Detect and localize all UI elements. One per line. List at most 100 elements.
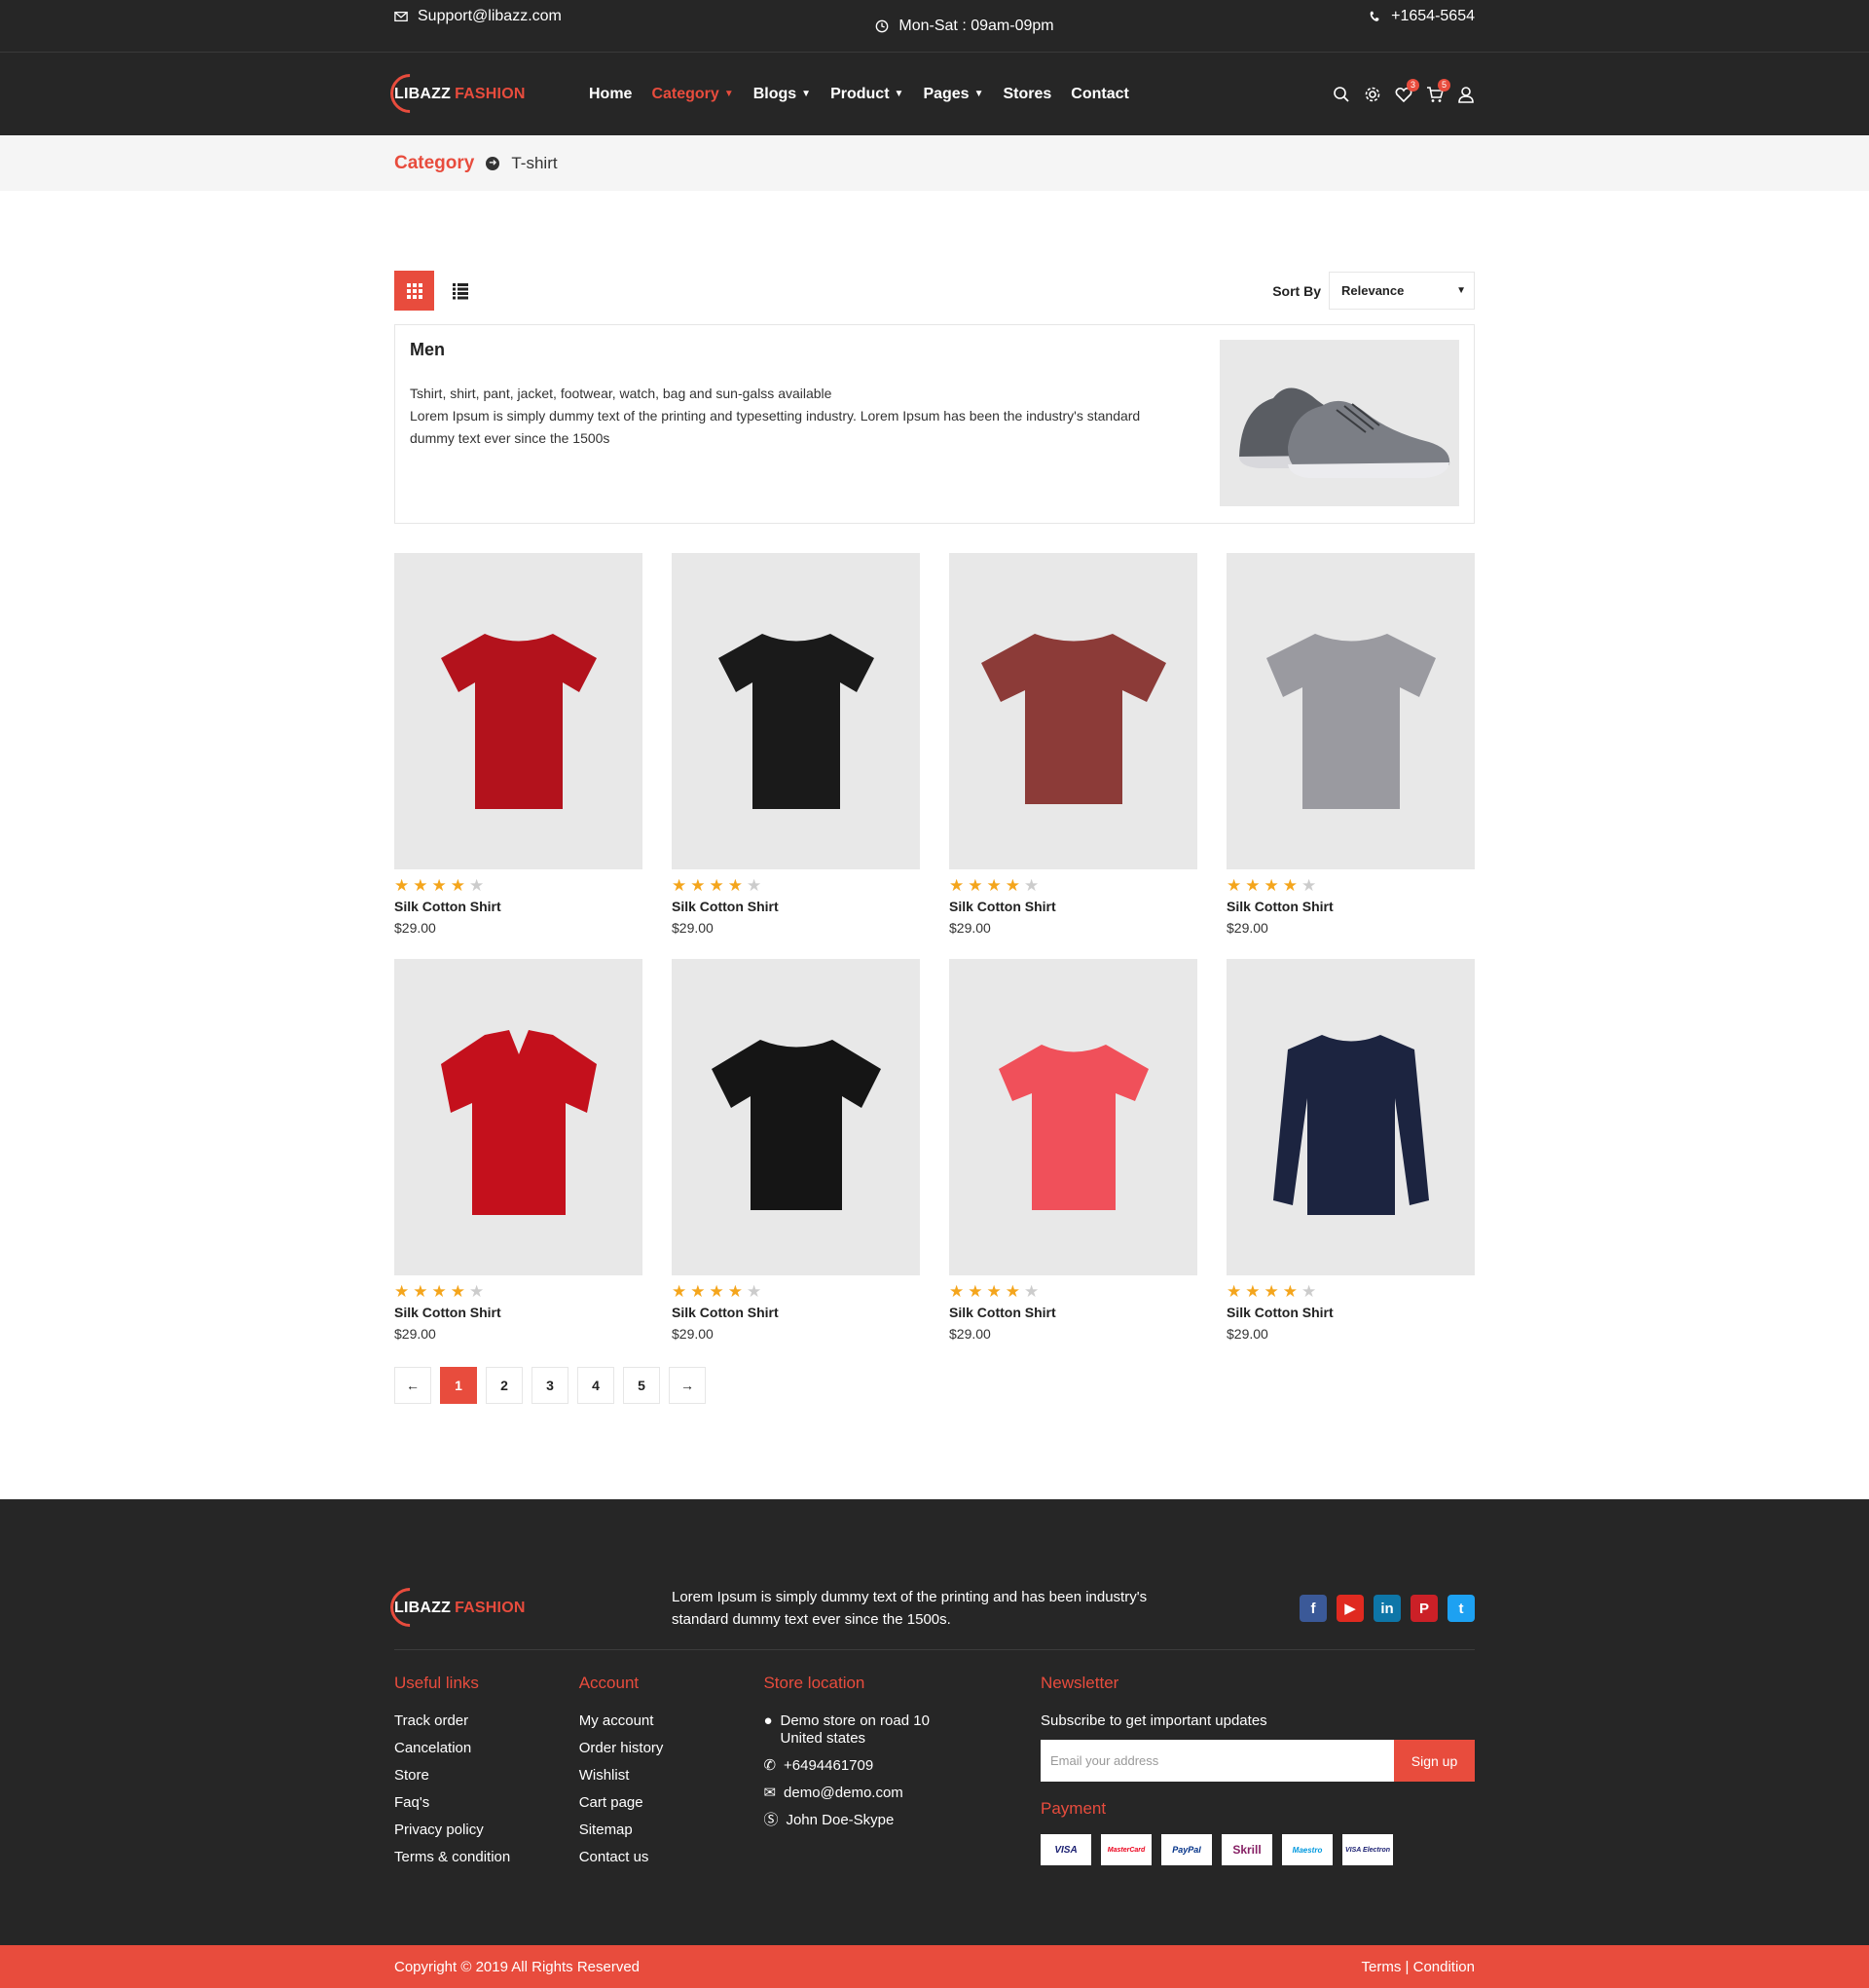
product-image[interactable] bbox=[949, 959, 1197, 1275]
footer-link[interactable]: Sitemap bbox=[579, 1822, 764, 1839]
star-filled-icon: ★ bbox=[1005, 876, 1020, 895]
pagination-page[interactable]: 1 bbox=[440, 1367, 477, 1404]
product-image[interactable] bbox=[672, 959, 920, 1275]
support-phone[interactable]: +1654-5654 bbox=[1368, 0, 1475, 25]
footer-link[interactable]: Order history bbox=[579, 1740, 764, 1757]
brand-name-part2: FASHION bbox=[455, 85, 526, 102]
nav-item-pages[interactable]: Pages ▼ bbox=[923, 86, 983, 103]
star-filled-icon: ★ bbox=[450, 1282, 465, 1301]
product-card[interactable]: ★ ★ ★ ★ ★ Silk Cotton Shirt $29.00 bbox=[672, 553, 920, 936]
product-image[interactable] bbox=[672, 553, 920, 869]
nav-item-category[interactable]: Category ▼ bbox=[651, 86, 733, 103]
pagination-page[interactable]: 5 bbox=[623, 1367, 660, 1404]
linkedin-icon[interactable]: in bbox=[1374, 1595, 1401, 1622]
brand-logo[interactable]: LIBAZZ FASHION bbox=[382, 65, 589, 121]
product-name[interactable]: Silk Cotton Shirt bbox=[1227, 899, 1475, 914]
brand-name-part2: FASHION bbox=[455, 1600, 526, 1616]
copyright-text: Copyright © 2019 All Rights Reserved bbox=[394, 1958, 641, 1975]
pagination-page[interactable]: 4 bbox=[577, 1367, 614, 1404]
product-card[interactable]: ★ ★ ★ ★ ★ Silk Cotton Shirt $29.00 bbox=[949, 553, 1197, 936]
product-image[interactable] bbox=[394, 553, 642, 869]
breadcrumb-parent[interactable]: Category bbox=[394, 153, 474, 174]
map-pin-icon: ● bbox=[763, 1712, 773, 1729]
nav-item-home[interactable]: Home bbox=[589, 86, 632, 103]
nav-item-product[interactable]: Product ▼ bbox=[830, 86, 903, 103]
pagination-page[interactable]: 3 bbox=[531, 1367, 568, 1404]
product-name[interactable]: Silk Cotton Shirt bbox=[394, 1305, 642, 1320]
product-name[interactable]: Silk Cotton Shirt bbox=[672, 899, 920, 914]
terms-condition-link[interactable]: Terms | Condition bbox=[1362, 1959, 1475, 1975]
product-image[interactable] bbox=[949, 553, 1197, 869]
star-filled-icon: ★ bbox=[949, 876, 965, 895]
main-navbar: LIBAZZ FASHION Home Category ▼ Blogs ▼ Pro… bbox=[0, 53, 1869, 135]
facebook-icon[interactable]: f bbox=[1300, 1595, 1327, 1622]
footer-link[interactable]: Cancelation bbox=[394, 1740, 579, 1757]
nav-item-contact[interactable]: Contact bbox=[1071, 86, 1129, 103]
footer-link[interactable]: Store bbox=[394, 1767, 579, 1785]
signup-button[interactable]: Sign up bbox=[1394, 1740, 1476, 1782]
youtube-icon[interactable]: ▶ bbox=[1337, 1595, 1364, 1622]
product-name[interactable]: Silk Cotton Shirt bbox=[672, 1305, 920, 1320]
cart-count-badge: 5 bbox=[1438, 78, 1450, 92]
pagination-prev[interactable]: ← bbox=[394, 1367, 431, 1404]
product-card[interactable]: ★ ★ ★ ★ ★ Silk Cotton Shirt $29.00 bbox=[394, 959, 642, 1342]
nav-item-label: Blogs bbox=[752, 85, 797, 102]
footer-link[interactable]: Faq's bbox=[394, 1794, 579, 1812]
product-card[interactable]: ★ ★ ★ ★ ★ Silk Cotton Shirt $29.00 bbox=[1227, 959, 1475, 1342]
gear-icon[interactable] bbox=[1364, 86, 1381, 103]
product-price: $29.00 bbox=[394, 920, 436, 936]
cart-button[interactable]: 5 bbox=[1426, 78, 1450, 103]
star-filled-icon: ★ bbox=[394, 1282, 410, 1301]
product-card[interactable]: ★ ★ ★ ★ ★ Silk Cotton Shirt $29.00 bbox=[949, 959, 1197, 1342]
category-line-1: Tshirt, shirt, pant, jacket, footwear, w… bbox=[410, 386, 832, 401]
product-name[interactable]: Silk Cotton Shirt bbox=[949, 1305, 1197, 1320]
footer-logo[interactable]: LIBAZZ FASHION bbox=[382, 1579, 589, 1636]
footer-link[interactable]: Track order bbox=[394, 1712, 579, 1730]
nav-item-stores[interactable]: Stores bbox=[1003, 86, 1051, 103]
footer-link[interactable]: Privacy policy bbox=[394, 1822, 579, 1839]
product-rating: ★ ★ ★ ★ ★ bbox=[1227, 877, 1475, 895]
product-image[interactable] bbox=[1227, 959, 1475, 1275]
star-filled-icon: ★ bbox=[1264, 876, 1279, 895]
visa-icon: VISA bbox=[1041, 1834, 1092, 1865]
product-image[interactable] bbox=[394, 959, 642, 1275]
list-view-button[interactable] bbox=[440, 271, 480, 311]
product-grid: ★ ★ ★ ★ ★ Silk Cotton Shirt $29.00 ★ ★ ★ ★ ★ Sil… bbox=[394, 553, 1475, 1342]
star-empty-icon: ★ bbox=[747, 1282, 762, 1301]
product-name[interactable]: Silk Cotton Shirt bbox=[949, 899, 1197, 914]
product-card[interactable]: ★ ★ ★ ★ ★ Silk Cotton Shirt $29.00 bbox=[672, 959, 920, 1342]
pinterest-icon[interactable]: P bbox=[1411, 1595, 1438, 1622]
product-card[interactable]: ★ ★ ★ ★ ★ Silk Cotton Shirt $29.00 bbox=[394, 553, 642, 936]
product-name[interactable]: Silk Cotton Shirt bbox=[394, 899, 642, 914]
newsletter-email-input[interactable]: Email your address bbox=[1041, 1740, 1395, 1782]
support-email[interactable]: Support@libazz.com bbox=[394, 0, 562, 25]
grid-view-button[interactable] bbox=[394, 271, 434, 311]
star-empty-icon: ★ bbox=[469, 876, 485, 895]
twitter-icon[interactable]: t bbox=[1448, 1595, 1475, 1622]
user-icon[interactable] bbox=[1457, 86, 1475, 103]
caret-down-icon: ▼ bbox=[1456, 285, 1466, 296]
footer-link[interactable]: Terms & condition bbox=[394, 1849, 579, 1866]
pagination-next[interactable]: → bbox=[669, 1367, 706, 1404]
footer-link[interactable]: Contact us bbox=[579, 1849, 764, 1866]
nav-item-blogs[interactable]: Blogs ▼ bbox=[753, 86, 811, 103]
clock-icon bbox=[876, 19, 889, 33]
star-empty-icon: ★ bbox=[747, 876, 762, 895]
wishlist-button[interactable]: 3 bbox=[1395, 78, 1419, 103]
product-card[interactable]: ★ ★ ★ ★ ★ Silk Cotton Shirt $29.00 bbox=[1227, 553, 1475, 936]
pagination-page[interactable]: 2 bbox=[486, 1367, 523, 1404]
product-name[interactable]: Silk Cotton Shirt bbox=[1227, 1305, 1475, 1320]
star-filled-icon: ★ bbox=[690, 876, 706, 895]
store-phone[interactable]: ✆ +6494461709 bbox=[763, 1757, 1041, 1775]
sort-select[interactable]: Relevance ▼ bbox=[1329, 272, 1475, 310]
store-email[interactable]: ✉ demo@demo.com bbox=[763, 1785, 1041, 1802]
footer-link[interactable]: My account bbox=[579, 1712, 764, 1730]
store-location-column: Store location ● Demo store on road 10 Un… bbox=[763, 1674, 1041, 1876]
footer-link[interactable]: Cart page bbox=[579, 1794, 764, 1812]
product-image[interactable] bbox=[1227, 553, 1475, 869]
search-icon[interactable] bbox=[1333, 86, 1350, 103]
footer-link[interactable]: Wishlist bbox=[579, 1767, 764, 1785]
store-skype[interactable]: Ⓢ John Doe-Skype bbox=[763, 1812, 1041, 1829]
store-skype-text: John Doe-Skype bbox=[786, 1812, 895, 1828]
sneaker-image bbox=[1239, 387, 1450, 478]
